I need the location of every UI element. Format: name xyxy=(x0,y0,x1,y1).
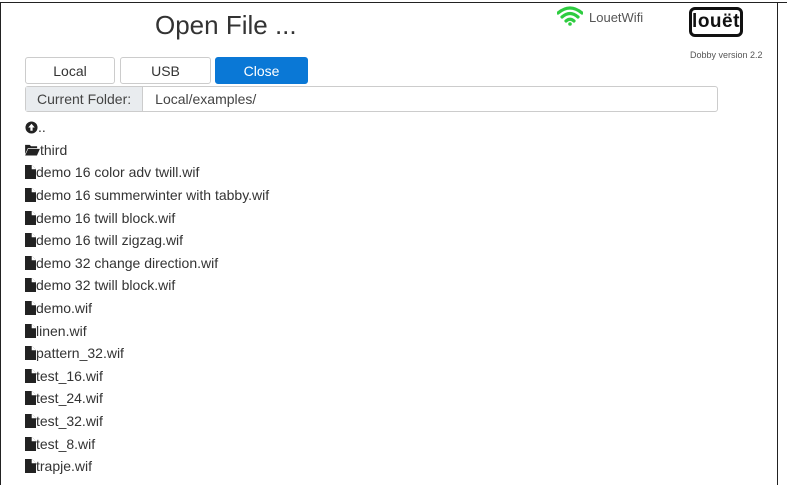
close-button[interactable]: Close xyxy=(215,57,308,84)
file-icon xyxy=(25,414,36,429)
entry-name: test_16.wif xyxy=(36,367,103,384)
file-list-item[interactable]: demo 32 twill block.wif xyxy=(25,274,269,297)
file-icon xyxy=(25,346,36,361)
entry-name: demo 16 color adv twill.wif xyxy=(36,164,200,181)
file-list-item[interactable]: test_24.wif xyxy=(25,387,269,410)
file-icon xyxy=(25,301,36,316)
file-icon xyxy=(25,323,36,338)
file-list-item[interactable]: demo 32 change direction.wif xyxy=(25,252,269,275)
file-icon xyxy=(25,368,36,383)
version-text: Dobby version 2.2 xyxy=(690,50,763,60)
entry-name: pattern_32.wif xyxy=(36,345,124,362)
file-list-item[interactable]: demo 16 twill zigzag.wif xyxy=(25,229,269,252)
entry-name: test_24.wif xyxy=(36,390,103,407)
file-list-item[interactable]: test_16.wif xyxy=(25,365,269,388)
entry-name: .. xyxy=(38,119,46,136)
file-list-item[interactable]: demo.wif xyxy=(25,297,269,320)
file-list-item[interactable]: linen.wif xyxy=(25,319,269,342)
parent-folder-item[interactable]: .. xyxy=(25,116,269,139)
louet-logo: louët xyxy=(689,7,743,37)
file-icon xyxy=(25,255,36,270)
file-icon xyxy=(25,210,36,225)
current-folder-bar: Current Folder: Local/examples/ xyxy=(25,86,718,112)
folder-list-item[interactable]: third xyxy=(25,139,269,162)
entry-name: trapje.wif xyxy=(36,458,93,475)
local-button[interactable]: Local xyxy=(25,57,115,84)
file-icon xyxy=(25,188,36,203)
current-folder-path: Local/examples/ xyxy=(155,91,257,107)
left-border xyxy=(0,2,1,485)
parent-folder-icon xyxy=(25,121,38,134)
file-list-item[interactable]: test_8.wif xyxy=(25,432,269,455)
entry-name: third xyxy=(40,141,68,158)
entry-name: test_8.wif xyxy=(36,435,96,452)
open-file-dialog: Open File ... LouetWifi louët Dobby vers… xyxy=(0,0,787,485)
wifi-icon xyxy=(556,6,584,29)
file-list-item[interactable]: demo 16 summerwinter with tabby.wif xyxy=(25,184,269,207)
dialog-title: Open File ... xyxy=(155,10,297,40)
file-icon xyxy=(25,459,36,474)
file-list-item[interactable]: demo 16 twill block.wif xyxy=(25,206,269,229)
file-icon xyxy=(25,165,36,180)
entry-name: demo.wif xyxy=(36,300,93,317)
entry-name: test_32.wif xyxy=(36,413,103,430)
file-list-item[interactable]: trapje.wif xyxy=(25,455,269,478)
file-icon xyxy=(25,436,36,451)
entry-name: demo 16 twill block.wif xyxy=(36,209,176,226)
wifi-label: LouetWifi xyxy=(589,10,644,25)
usb-button[interactable]: USB xyxy=(120,57,211,84)
entry-name: demo 32 twill block.wif xyxy=(36,277,176,294)
top-border xyxy=(0,2,787,3)
entry-name: linen.wif xyxy=(36,322,87,339)
file-list-item[interactable]: pattern_32.wif xyxy=(25,342,269,365)
file-list-item[interactable]: test_32.wif xyxy=(25,410,269,433)
wifi-status: LouetWifi xyxy=(556,6,644,29)
file-icon xyxy=(25,391,36,406)
file-list-item[interactable]: demo 16 color adv twill.wif xyxy=(25,161,269,184)
folder-icon xyxy=(25,144,40,156)
file-list: .. third demo 16 color adv twill.wif demo 1… xyxy=(25,116,269,478)
file-icon xyxy=(25,233,36,248)
current-folder-label: Current Folder: xyxy=(26,87,144,111)
file-icon xyxy=(25,278,36,293)
entry-name: demo 32 change direction.wif xyxy=(36,254,219,271)
entry-name: demo 16 summerwinter with tabby.wif xyxy=(36,187,270,204)
entry-name: demo 16 twill zigzag.wif xyxy=(36,232,184,249)
right-border xyxy=(777,2,778,485)
